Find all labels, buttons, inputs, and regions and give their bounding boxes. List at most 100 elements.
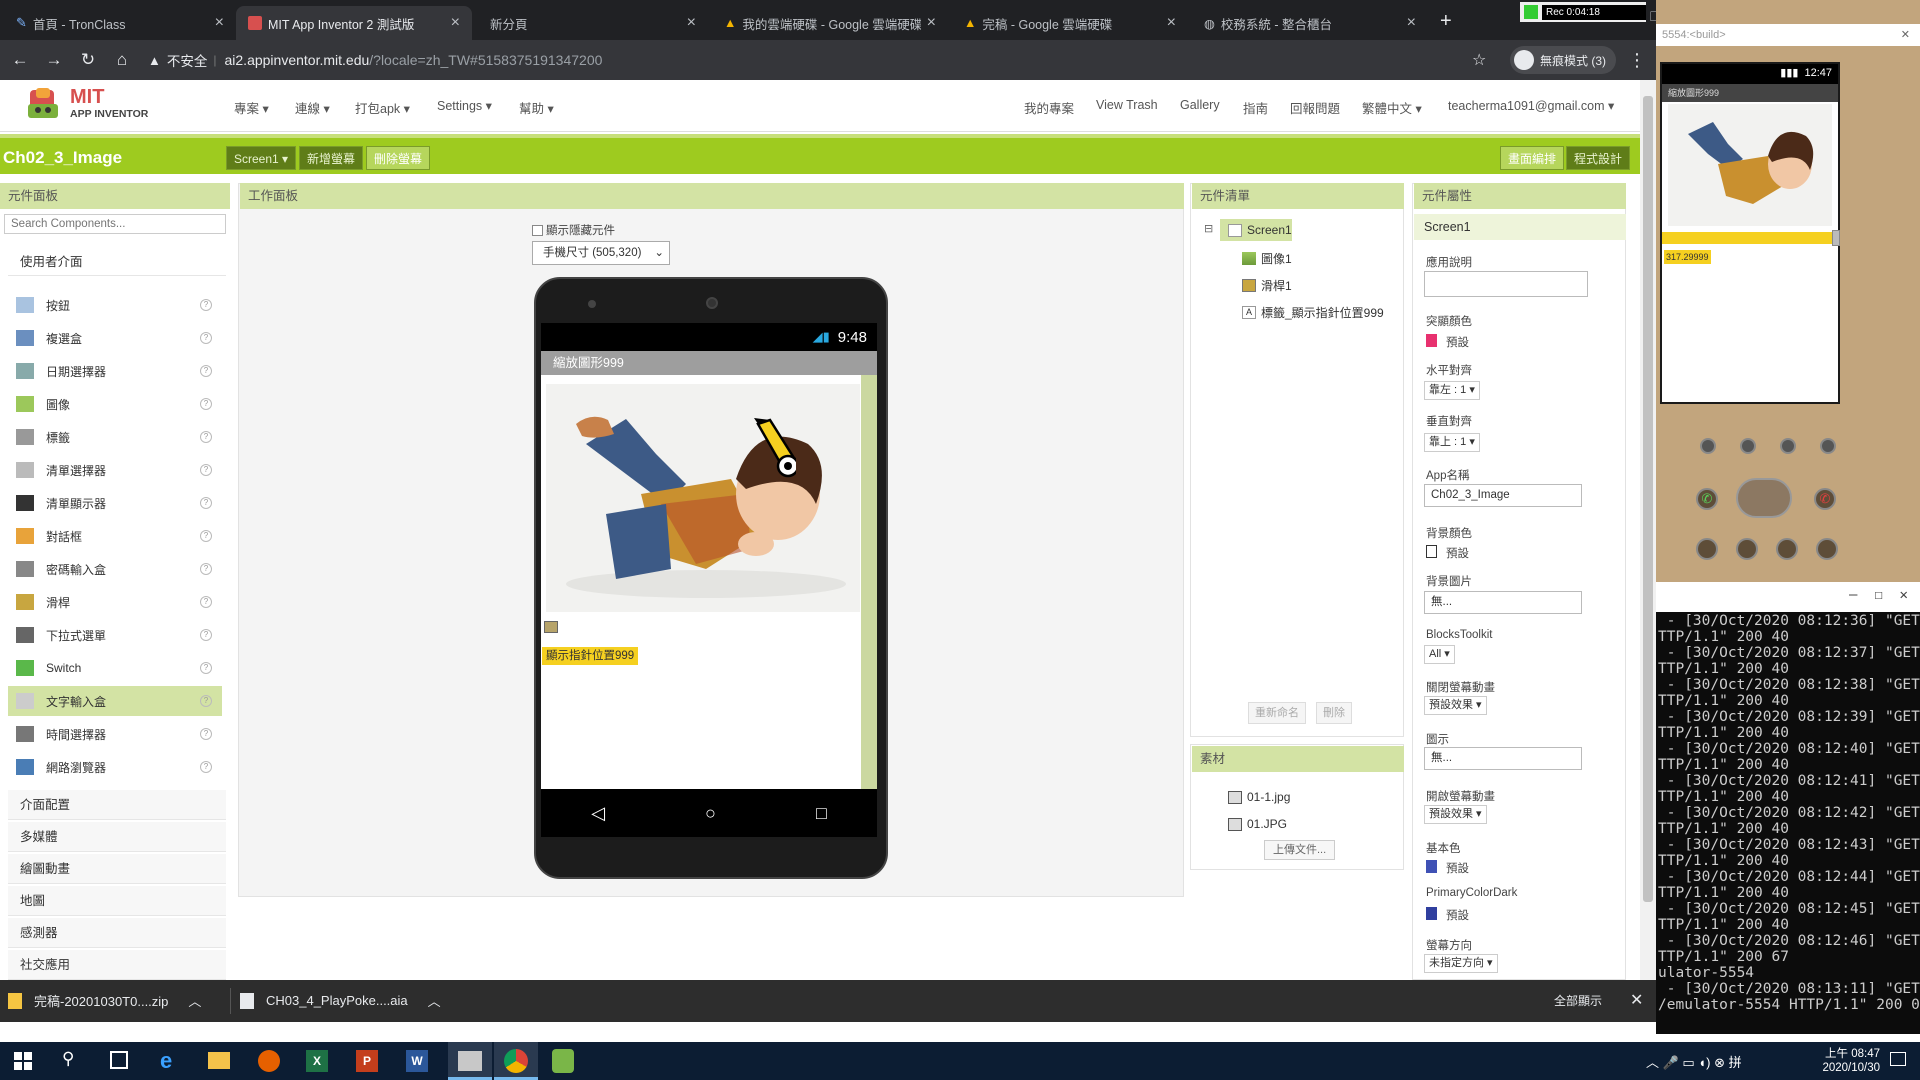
icon-input[interactable]: 無... [1424,747,1582,770]
nav-recents-icon[interactable]: □ [816,803,827,824]
palette-category[interactable]: 介面配置 [8,790,226,820]
background-color-swatch[interactable] [1426,545,1437,558]
clock-date[interactable]: 2020/10/30 [1800,1062,1880,1074]
chevron-up-icon[interactable]: ︿ [188,991,201,1010]
primary-dark-value[interactable]: 預設 [1446,907,1469,923]
designer-button[interactable]: 畫面編排 [1500,146,1565,170]
browser-tab-active[interactable]: MIT App Inventor 2 測試版 × [236,6,472,40]
background-image-input[interactable]: 無... [1424,591,1582,614]
remove-screen-button[interactable]: 刪除螢幕 [366,146,431,170]
close-tab-icon[interactable]: × [927,14,936,32]
menu-gallery[interactable]: Gallery [1180,98,1220,112]
browser-tab[interactable]: ▲ 完稿 - Google 雲端硬碟 × [952,6,1188,40]
volume-down-icon[interactable] [1740,438,1756,454]
security-label[interactable]: 不安全 [167,50,208,70]
help-icon[interactable]: ? [200,596,212,608]
recorder-widget[interactable]: Rec 0:04:18 [1520,2,1646,22]
screen-orientation-select[interactable]: 未指定方向 ▾ [1424,954,1498,973]
help-icon[interactable]: ? [200,365,212,377]
palette-item[interactable]: 清單選擇器? [8,455,222,485]
close-tab-icon[interactable]: × [687,14,696,32]
menu-account[interactable]: teacherma1091@gmail.com ▾ [1448,98,1614,113]
palette-item[interactable]: Switch? [8,653,222,683]
windows-start-icon[interactable] [14,1052,32,1070]
tree-item-label[interactable]: A 標籤_顯示指針位置999 [1242,304,1384,321]
close-tab-icon[interactable]: × [1167,14,1176,32]
menu-my-projects[interactable]: 我的專案 [1024,98,1074,117]
chevron-up-icon[interactable]: ︿ [428,991,441,1010]
window-controls[interactable]: — ☐ ✕ [1849,587,1908,603]
browser-tab[interactable]: ✎ 首頁 - TronClass × [4,6,236,40]
primary-color-swatch[interactable] [1426,860,1437,873]
end-call-button-icon[interactable]: ✆ [1814,488,1836,510]
call-button-icon[interactable]: ✆ [1696,488,1718,510]
mit-logo-icon[interactable] [24,86,64,122]
show-hidden-checkbox[interactable] [532,224,543,236]
rename-button[interactable]: 重新命名 [1248,702,1306,724]
android-emulator-icon[interactable] [552,1049,574,1073]
help-icon[interactable]: ? [200,332,212,344]
dpad-icon[interactable] [1736,478,1792,518]
home-button[interactable]: ⌂ [108,46,136,74]
menu-settings[interactable]: Settings ▾ [437,98,492,113]
app-name-input[interactable]: Ch02_3_Image [1424,484,1582,507]
screen-selector[interactable]: Screen1 ▾ [226,146,297,170]
powerpoint-icon[interactable]: P [356,1050,378,1072]
browser-tab[interactable]: ◍ 校務系統 - 整合櫃台 × [1192,6,1428,40]
close-tab-icon[interactable]: × [451,14,460,32]
delete-button[interactable]: 刪除 [1316,702,1352,724]
browser-tab[interactable]: 新分頁 × [472,6,708,40]
close-download-bar-icon[interactable]: ✕ [1630,990,1643,1010]
kebab-menu-icon[interactable]: ⋮ [1628,50,1646,71]
menu-view-trash[interactable]: View Trash [1096,98,1158,112]
collapse-toggle-icon[interactable]: ⊟ [1204,222,1213,235]
bookmark-star-icon[interactable]: ☆ [1472,50,1486,70]
palette-item[interactable]: 日期選擇器? [8,356,222,386]
slider1-icon[interactable] [544,621,558,633]
download-item[interactable]: 完稿-20201030T0....zip ︿ [8,991,201,1010]
palette-category[interactable]: 地圖 [8,886,226,916]
palette-item[interactable]: 下拉式選單? [8,620,222,650]
back-button[interactable]: ← [6,46,34,74]
notification-center-icon[interactable] [1890,1052,1906,1066]
help-icon[interactable]: ? [200,530,212,542]
tree-item-slider1[interactable]: 滑桿1 [1242,277,1292,294]
palette-category[interactable]: 感測器 [8,918,226,948]
palette-item[interactable]: 圖像? [8,389,222,419]
volume-up-icon[interactable] [1780,438,1796,454]
close-animation-select[interactable]: 預設效果 ▾ [1424,696,1487,715]
palette-item[interactable]: 對話框? [8,521,222,551]
accent-color-swatch[interactable] [1426,334,1437,347]
help-icon[interactable]: ? [200,761,212,773]
help-icon[interactable]: ? [200,398,212,410]
palette-item[interactable]: 密碼輸入盒? [8,554,222,584]
palette-item[interactable]: 滑桿? [8,587,222,617]
download-item[interactable]: CH03_4_PlayPoke....aia ︿ [240,991,441,1010]
blocks-toolkit-select[interactable]: All ▾ [1424,645,1455,664]
primary-dark-swatch[interactable] [1426,907,1437,920]
help-icon[interactable]: ? [200,695,212,707]
align-horizontal-select[interactable]: 靠左 : 1 ▾ [1424,381,1480,400]
help-icon[interactable]: ? [200,299,212,311]
help-icon[interactable]: ? [200,497,212,509]
help-icon[interactable]: ? [200,662,212,674]
system-tray-icons[interactable]: ︿ 🎤 ▭ ◖) ⊗ 拼 [1646,1052,1742,1071]
emu-home-icon[interactable] [1696,538,1718,560]
edge-icon[interactable]: e [160,1048,172,1074]
category-user-interface[interactable]: 使用者介面 [8,248,226,276]
palette-category[interactable]: 多媒體 [8,822,226,852]
help-icon[interactable]: ? [200,728,212,740]
pencil-sprite-icon[interactable] [752,418,796,482]
primary-color-value[interactable]: 預設 [1446,860,1469,876]
excel-icon[interactable]: X [306,1050,328,1072]
palette-category[interactable]: 社交應用 [8,950,226,980]
image1-picture[interactable] [546,384,860,612]
file-explorer-icon[interactable] [208,1052,230,1069]
power-button-icon[interactable] [1820,438,1836,454]
palette-item[interactable]: 網路瀏覽器? [8,752,222,782]
nav-back-icon[interactable]: ◁ [591,803,605,824]
media-file[interactable]: 01-1.jpg [1228,790,1290,804]
palette-item[interactable]: 按鈕? [8,290,222,320]
palette-category[interactable]: 繪圖動畫 [8,854,226,884]
background-color-value[interactable]: 預設 [1446,545,1469,561]
